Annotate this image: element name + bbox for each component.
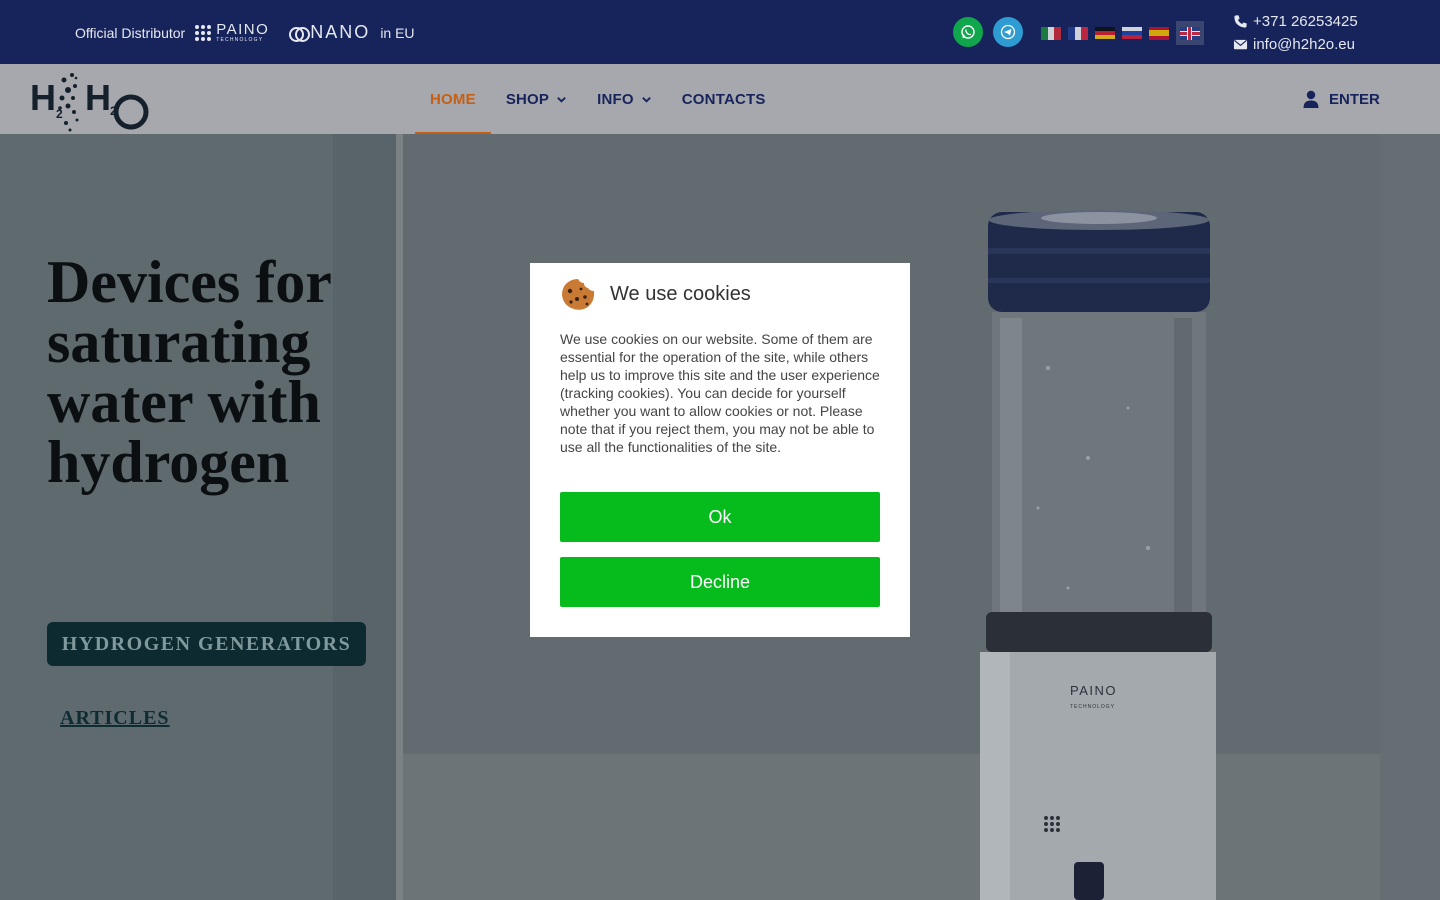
cookie-ok-button[interactable]: Ok [560, 492, 880, 542]
cookie-icon [562, 279, 595, 310]
cookie-dialog-title: We use cookies [610, 282, 751, 305]
cookie-dialog-text: We use cookies on our website. Some of t… [560, 331, 880, 455]
modal-overlay: We use cookies We use cookies on our web… [0, 0, 1440, 900]
cookie-decline-button[interactable]: Decline [560, 557, 880, 607]
cookie-dialog-header: We use cookies [560, 277, 751, 311]
cookie-consent-dialog: We use cookies We use cookies on our web… [530, 263, 910, 637]
